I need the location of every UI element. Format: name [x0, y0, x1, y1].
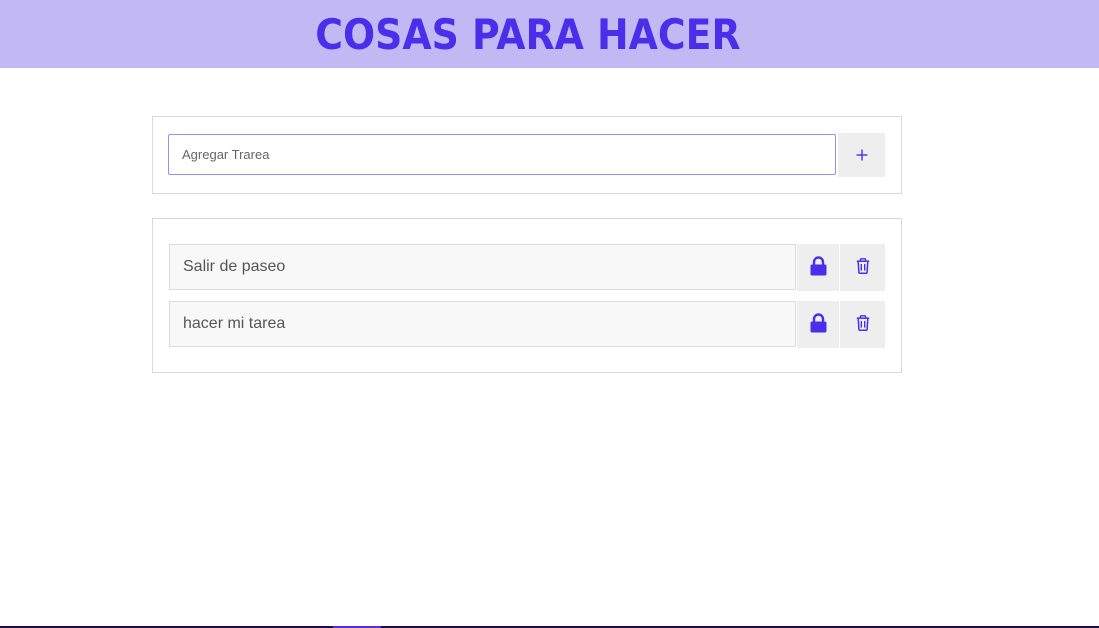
lock-icon [810, 256, 827, 279]
page-title: COSAS PARA HACER [315, 10, 741, 59]
add-task-card [152, 116, 902, 194]
delete-task-button[interactable] [840, 244, 885, 291]
add-task-input[interactable] [168, 134, 836, 175]
task-text[interactable]: hacer mi tarea [169, 301, 796, 347]
header-bar: COSAS PARA HACER [0, 0, 1099, 68]
lock-task-button[interactable] [797, 244, 839, 291]
trash-icon [856, 258, 870, 277]
plus-icon [856, 149, 868, 161]
add-task-button[interactable] [838, 133, 885, 177]
task-list-card: Salir de paseo hacer mi tarea [152, 218, 902, 373]
task-text[interactable]: Salir de paseo [169, 244, 796, 290]
delete-task-button[interactable] [840, 301, 885, 348]
task-item: Salir de paseo [169, 244, 885, 291]
page: COSAS PARA HACER Salir de paseo [0, 0, 1099, 628]
trash-icon [856, 315, 870, 334]
lock-icon [810, 313, 827, 336]
lock-task-button[interactable] [797, 301, 839, 348]
task-item: hacer mi tarea [169, 301, 885, 348]
